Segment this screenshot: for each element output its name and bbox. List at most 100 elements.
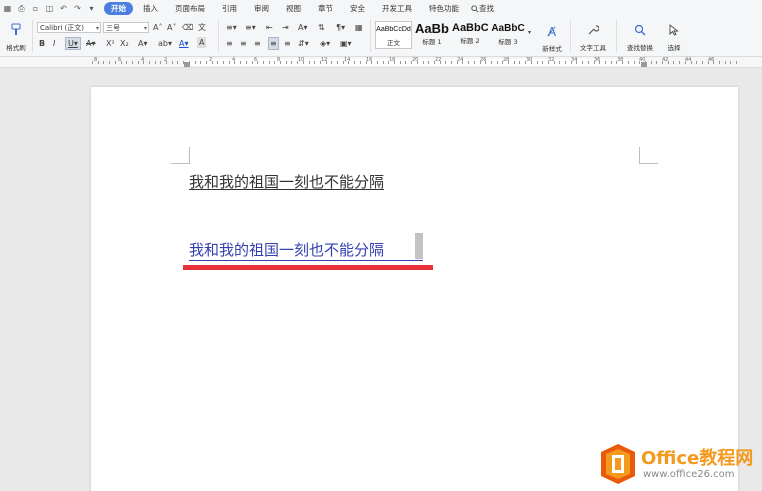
tab-review[interactable]: 审阅 (247, 2, 276, 15)
styles-more-icon[interactable]: ▾ (528, 27, 531, 38)
ruler-tick (314, 61, 315, 64)
margin-corner-top-right (639, 147, 658, 164)
watermark-brand: Office教程网 (641, 448, 754, 469)
align-center-icon[interactable]: ≡ (240, 38, 247, 49)
ruler-tick (668, 61, 669, 64)
ruler-tick (508, 61, 509, 64)
align-left-icon[interactable]: ≡ (226, 38, 233, 49)
chinese-layout-icon[interactable]: A▾ (298, 22, 308, 33)
ruler-tick (605, 61, 606, 64)
style-heading-2[interactable]: AaBbC 标题 2 (452, 21, 488, 49)
ruler-tick (326, 61, 327, 64)
paragraph-blue-selected[interactable]: 我和我的祖国一刻也不能分隔 (189, 239, 384, 260)
print-preview-icon[interactable]: ▫ (30, 3, 41, 14)
style-normal[interactable]: AaBbCcDd 正文 (375, 21, 412, 49)
align-right-icon[interactable]: ≡ (254, 38, 261, 49)
shading-icon[interactable]: ◈▾ (320, 38, 330, 49)
ruler-tick (297, 61, 298, 64)
new-style-button[interactable]: A̸ 新样式 (537, 21, 567, 53)
ruler-tick (246, 61, 247, 64)
ruler-tick (645, 61, 646, 64)
strikethrough-icon[interactable]: A▾ (86, 38, 96, 49)
save-icon[interactable]: ▦ (2, 3, 13, 14)
text-effect-icon[interactable]: A▾ (138, 38, 148, 49)
font-name-select[interactable]: Calibri (正文) ▾ (37, 22, 101, 33)
text-tools-button[interactable]: 文字工具 (575, 21, 611, 52)
search-label: 查找 (479, 4, 494, 13)
ruler-tick (366, 61, 367, 64)
tab-developer[interactable]: 开发工具 (375, 2, 419, 15)
right-indent-marker[interactable] (641, 62, 647, 67)
ruler-tick (166, 61, 167, 64)
phonetic-guide-icon[interactable]: 文 (198, 22, 206, 33)
ruler-tick (542, 61, 543, 64)
decrease-indent-icon[interactable]: ⇤ (266, 22, 273, 33)
numbered-list-icon[interactable]: ≡▾ (245, 22, 256, 33)
style-preview: AaBbC (452, 22, 488, 34)
italic-icon[interactable]: I (53, 38, 55, 49)
ruler-tick (217, 61, 218, 64)
table-icon[interactable]: ▦ (355, 22, 363, 33)
text-tools-label: 文字工具 (580, 44, 606, 52)
tab-chapter[interactable]: 章节 (311, 2, 340, 15)
ruler-tick (400, 61, 401, 64)
underline-icon[interactable]: U▾ (65, 37, 81, 50)
font-color-icon[interactable]: A▾ (179, 38, 189, 49)
ruler-tick (303, 61, 304, 64)
horizontal-ruler[interactable]: 8 6 4 2 2 4 6 8 10 12 14 16 18 20 22 24 … (0, 57, 762, 68)
format-painter-button[interactable]: 格式刷 (4, 21, 28, 52)
font-size-select[interactable]: 三号 ▾ (103, 22, 149, 33)
subscript-icon[interactable]: X₂ (120, 38, 129, 49)
style-heading-3[interactable]: AaBbC 标题 3 (489, 21, 527, 49)
tab-security[interactable]: 安全 (343, 2, 372, 15)
superscript-icon[interactable]: X² (106, 38, 115, 49)
ruler-tick (525, 61, 526, 64)
customize-icon[interactable]: ▾ (86, 3, 97, 14)
character-shading-icon[interactable]: A (197, 37, 207, 48)
document-page[interactable]: 我和我的祖国一刻也不能分隔 我和我的祖国一刻也不能分隔 (91, 87, 738, 491)
print-icon[interactable]: ⎙ (16, 3, 27, 14)
line-spacing-icon[interactable]: ⇵▾ (298, 38, 309, 49)
style-heading-1[interactable]: AaBb 标题 1 (413, 21, 451, 49)
ruler-tick (440, 61, 441, 64)
ruler-tick (320, 61, 321, 64)
sort-icon[interactable]: ⇅ (318, 22, 325, 33)
find-replace-button[interactable]: 查找替换 (621, 21, 659, 52)
show-marks-icon[interactable]: ¶▾ (336, 22, 345, 33)
ruler-tick (719, 61, 720, 64)
ruler-tick (514, 61, 515, 64)
highlight-icon[interactable]: ab▾ (158, 38, 172, 49)
justify-icon[interactable]: ≡ (268, 37, 279, 50)
shrink-font-icon[interactable]: A˅ (167, 22, 176, 33)
borders-icon[interactable]: ▣▾ (340, 38, 352, 49)
paragraph-underlined[interactable]: 我和我的祖国一刻也不能分隔 (189, 171, 384, 192)
tab-page-layout[interactable]: 页面布局 (168, 2, 212, 15)
clear-format-icon[interactable]: ⌫ (182, 22, 193, 33)
increase-indent-icon[interactable]: ⇥ (282, 22, 289, 33)
ruler-tick (126, 61, 127, 64)
export-icon[interactable]: ◫ (44, 3, 55, 14)
search-box[interactable]: 查找 (471, 3, 494, 14)
blue-underline (189, 260, 423, 261)
ruler-tick (240, 61, 241, 64)
undo-icon[interactable]: ↶ (58, 3, 69, 14)
select-button[interactable]: 选择 (661, 21, 687, 52)
ruler-tick (405, 61, 406, 64)
font-size-value: 三号 (106, 24, 120, 32)
tab-insert[interactable]: 插入 (136, 2, 165, 15)
tab-features[interactable]: 特色功能 (422, 2, 466, 15)
grow-font-icon[interactable]: A˄ (153, 22, 162, 33)
ruler-tick (337, 61, 338, 64)
bold-icon[interactable]: B (39, 38, 45, 49)
ruler-tick (696, 61, 697, 64)
tab-view[interactable]: 视图 (279, 2, 308, 15)
ruler-tick (634, 61, 635, 64)
tab-home[interactable]: 开始 (104, 2, 133, 15)
ruler-tick (611, 61, 612, 64)
text-cursor (415, 233, 423, 259)
distribute-icon[interactable]: ≡ (284, 38, 291, 49)
tab-references[interactable]: 引用 (215, 2, 244, 15)
bullet-list-icon[interactable]: ≡▾ (226, 22, 237, 33)
redo-icon[interactable]: ↷ (72, 3, 83, 14)
ruler-tick (92, 61, 93, 64)
